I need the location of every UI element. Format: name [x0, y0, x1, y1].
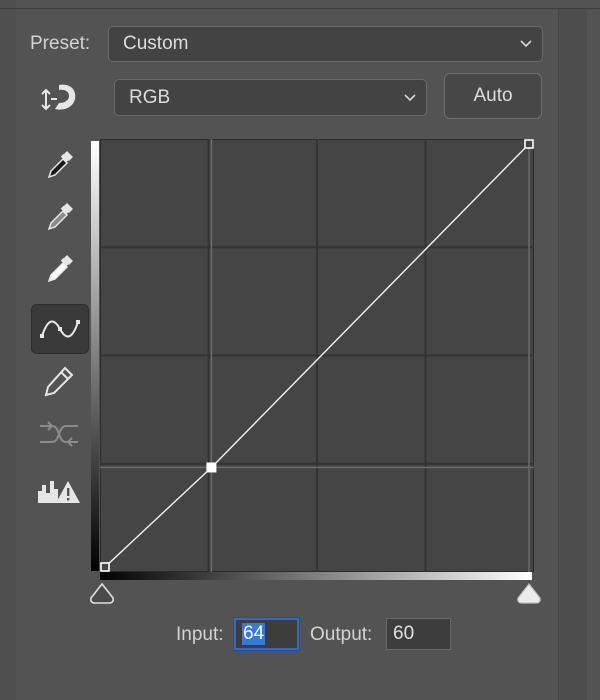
- panel-edge: [0, 0, 16, 700]
- curve-points-tool[interactable]: [31, 304, 89, 354]
- curve-point-selected[interactable]: [206, 462, 217, 473]
- output-value: 60: [393, 623, 415, 644]
- input-field[interactable]: 64: [234, 618, 299, 650]
- auto-button[interactable]: Auto: [444, 73, 542, 119]
- panel-scroll-area[interactable]: [558, 9, 587, 700]
- curves-graph[interactable]: [100, 139, 534, 572]
- clipping-warning-icon: [38, 481, 80, 503]
- curve-point[interactable]: [100, 562, 110, 572]
- on-image-adjust-icon: [41, 84, 76, 111]
- white-point-slider[interactable]: [516, 582, 544, 606]
- white-point-eyedropper-icon: [47, 255, 73, 283]
- input-label: Input:: [176, 624, 224, 645]
- output-field[interactable]: 60: [386, 618, 451, 650]
- black-point-eyedropper-tool[interactable]: [30, 141, 88, 189]
- black-point-eyedropper-icon: [47, 151, 73, 179]
- preset-label: Preset:: [30, 33, 91, 54]
- output-label: Output:: [310, 624, 373, 645]
- input-value: 64: [242, 623, 266, 645]
- input-output-row: Input: 64 Output: 60: [0, 618, 600, 650]
- output-gradient-bar: [91, 141, 99, 571]
- chevron-down-icon: [520, 40, 532, 48]
- on-image-adjust-tool[interactable]: [30, 74, 88, 122]
- gray-point-eyedropper-icon: [47, 203, 73, 231]
- smooth-curve-tool[interactable]: [30, 410, 88, 458]
- input-gradient-bar: [100, 572, 532, 580]
- gray-point-eyedropper-tool[interactable]: [30, 193, 88, 241]
- pencil-icon: [44, 366, 74, 397]
- chevron-down-icon: [404, 93, 416, 101]
- black-point-slider[interactable]: [89, 582, 117, 606]
- channel-dropdown[interactable]: RGB: [114, 79, 427, 116]
- pencil-tool[interactable]: [30, 357, 88, 405]
- panel-divider: [0, 8, 600, 9]
- preset-value: Custom: [123, 33, 189, 54]
- channel-value: RGB: [129, 86, 171, 108]
- preset-dropdown[interactable]: Custom: [108, 26, 543, 62]
- smooth-curve-icon: [40, 421, 78, 447]
- white-point-eyedropper-tool[interactable]: [30, 245, 88, 293]
- clipping-warning-tool[interactable]: [30, 468, 88, 516]
- curve-point[interactable]: [524, 139, 534, 149]
- curve-points-icon: [40, 320, 80, 338]
